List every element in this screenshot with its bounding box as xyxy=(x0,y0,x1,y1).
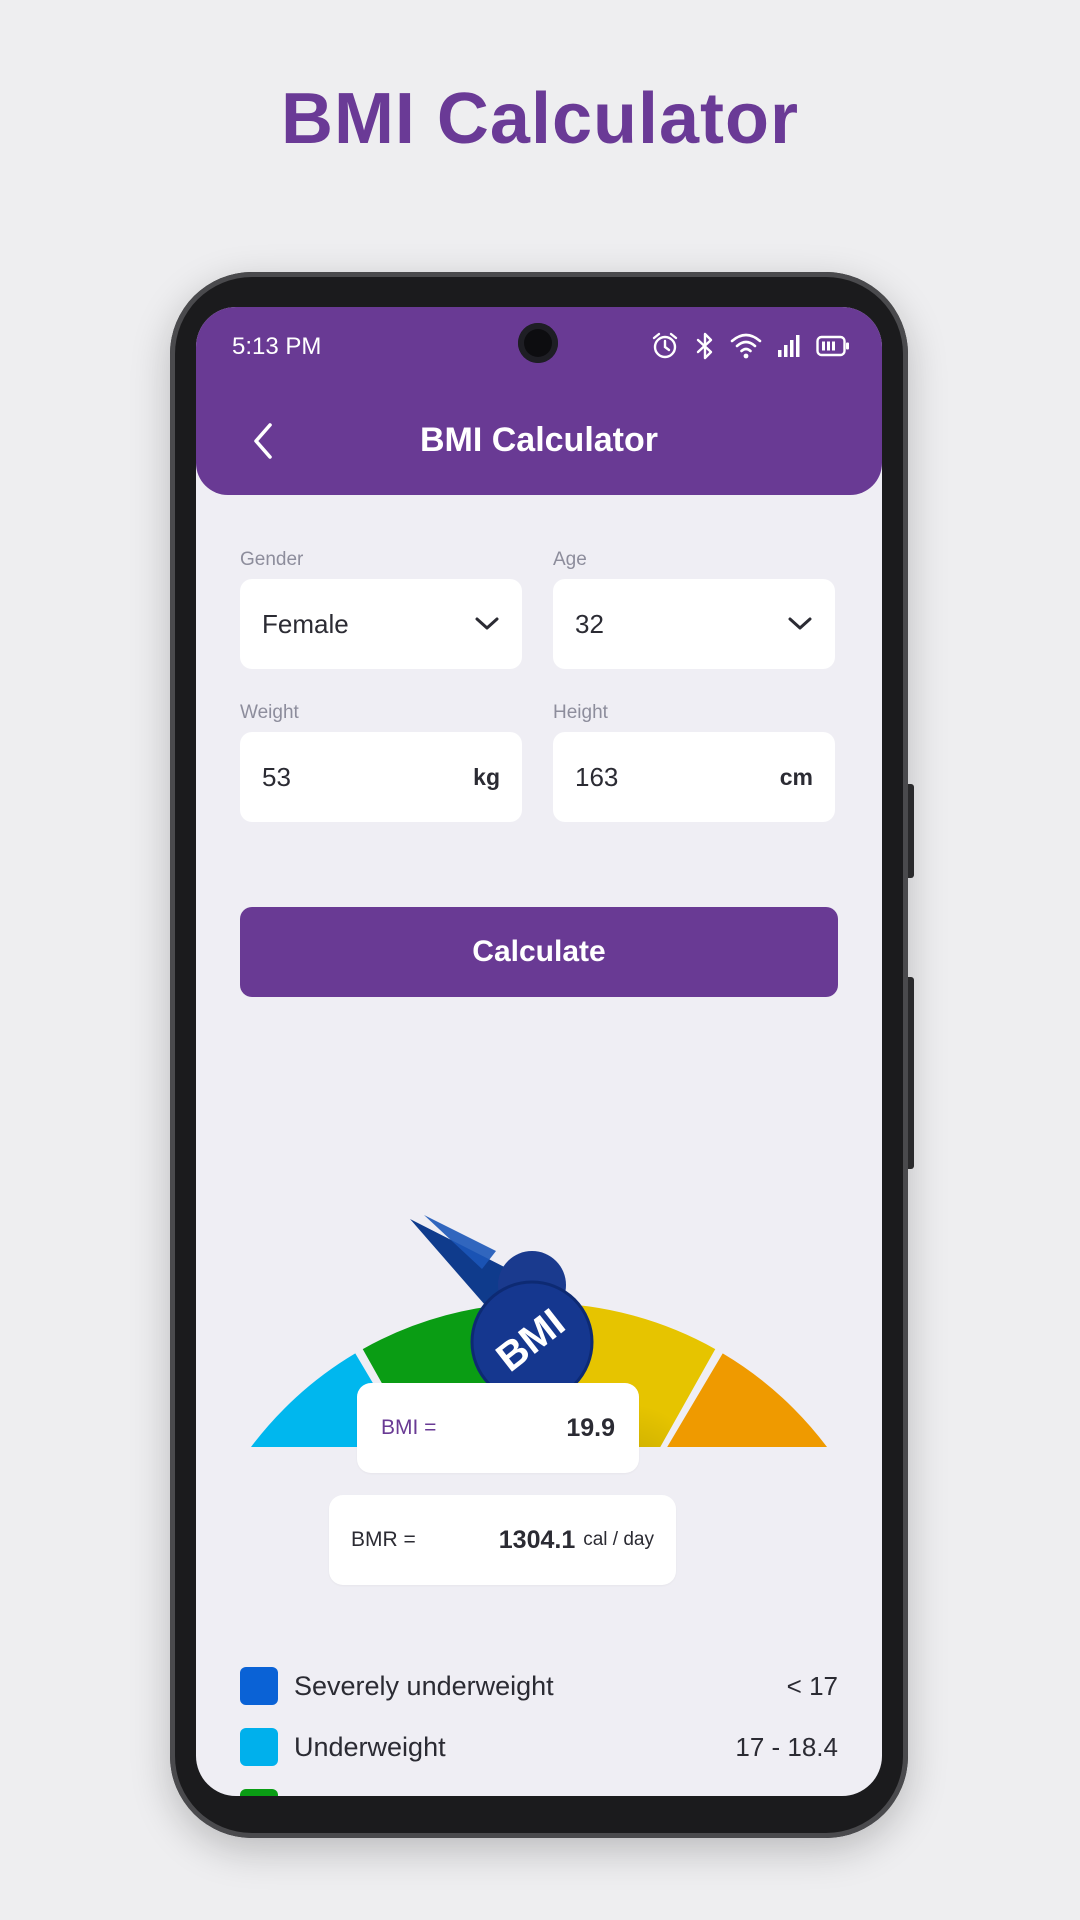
front-camera xyxy=(518,323,558,363)
promo-title: BMI Calculator xyxy=(280,79,800,159)
bmi-label: BMI = xyxy=(381,1416,437,1439)
bmr-label: BMR = xyxy=(351,1528,416,1551)
gender-select[interactable]: Female xyxy=(240,579,522,669)
chevron-down-icon xyxy=(475,617,499,630)
battery-icon xyxy=(816,335,849,357)
height-label: Height xyxy=(553,702,608,723)
bmr-result: BMR = 1304.1 cal / day xyxy=(329,1495,676,1585)
legend-label: Underweight xyxy=(294,1731,446,1762)
age-select[interactable]: 32 xyxy=(553,579,835,669)
age-value: 32 xyxy=(575,608,604,639)
bluetooth-icon xyxy=(696,332,713,360)
signal-icon xyxy=(778,335,800,357)
power-button xyxy=(908,977,914,1169)
bmr-unit: cal / day xyxy=(583,1529,654,1550)
volume-button xyxy=(908,784,914,878)
legend-item-underweight: Underweight 17 - 18.4 xyxy=(240,1727,838,1767)
status-icons xyxy=(650,331,850,361)
weight-unit: kg xyxy=(473,763,500,790)
age-label: Age xyxy=(553,549,587,570)
bmi-result: BMI = 19.9 xyxy=(357,1383,639,1473)
status-time: 5:13 PM xyxy=(232,333,322,360)
bmr-value: 1304.1 xyxy=(498,1525,576,1554)
legend-range: 17 - 18.4 xyxy=(735,1731,838,1762)
app-screen: 5:13 PM BMI Calculator Gender Female Age… xyxy=(196,307,882,1796)
page-title: BMI Calculator xyxy=(419,421,659,459)
alarm-icon xyxy=(652,332,678,359)
legend-range: < 17 xyxy=(786,1670,838,1701)
legend-label: Severely underweight xyxy=(294,1670,554,1701)
gender-label: Gender xyxy=(240,549,304,570)
gender-value: Female xyxy=(262,608,349,639)
legend-item-severely-underweight: Severely underweight < 17 xyxy=(240,1666,838,1706)
legend-swatch xyxy=(240,1728,278,1766)
chevron-down-icon xyxy=(788,617,812,630)
bmi-value: 19.9 xyxy=(566,1413,615,1442)
weight-value: 53 xyxy=(262,761,291,792)
height-input[interactable]: 163 cm xyxy=(553,732,835,822)
legend-swatch xyxy=(240,1667,278,1705)
calculate-button[interactable]: Calculate xyxy=(240,907,838,997)
height-value: 163 xyxy=(575,761,619,792)
app-bar: 5:13 PM BMI Calculator xyxy=(196,307,882,495)
legend-swatch xyxy=(240,1789,278,1796)
weight-input[interactable]: 53 kg xyxy=(240,732,522,822)
height-unit: cm xyxy=(779,763,813,790)
weight-label: Weight xyxy=(240,702,299,723)
wifi-icon xyxy=(730,333,762,359)
legend-item-normal xyxy=(240,1788,838,1796)
bmi-gauge: BMI xyxy=(251,1215,827,1447)
